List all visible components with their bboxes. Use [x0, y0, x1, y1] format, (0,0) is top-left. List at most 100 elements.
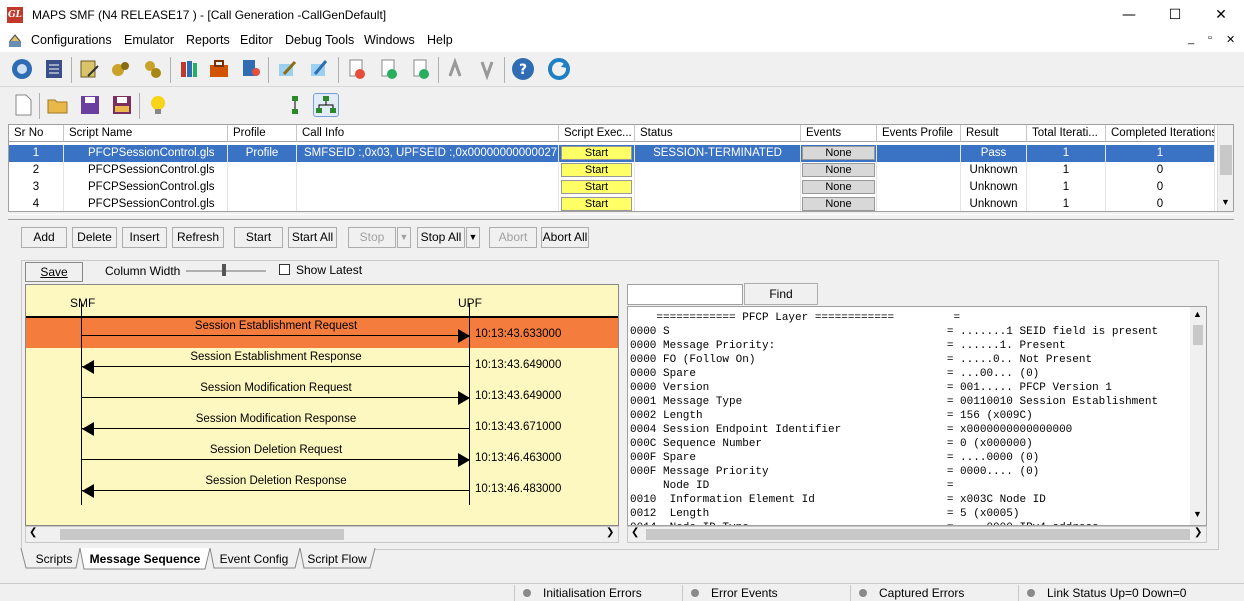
sequence-message[interactable]: Session Deletion Response 10:13:46.483000	[26, 473, 618, 503]
minimize-button[interactable]: —	[1106, 0, 1152, 30]
stop-all-dropdown-icon[interactable]: ▼	[466, 227, 480, 248]
scrollbar-thumb[interactable]	[60, 529, 344, 540]
script-start-button[interactable]: Start	[561, 163, 632, 177]
gears-settings-icon[interactable]	[140, 56, 166, 82]
decode-line[interactable]: 0010 Information Element Id = x003C Node…	[630, 493, 1046, 507]
column-width-slider[interactable]	[186, 264, 266, 276]
chevron-down-icon[interactable]: ▼	[1221, 197, 1230, 207]
sequence-message[interactable]: Session Deletion Request 10:13:46.463000	[26, 442, 618, 472]
events-button[interactable]: None	[802, 197, 875, 211]
help-icon[interactable]: ?	[510, 56, 536, 82]
gears-icon[interactable]	[108, 56, 134, 82]
chevron-right-icon[interactable]: ❯	[1194, 527, 1202, 538]
scrollbar-thumb[interactable]	[1193, 325, 1203, 345]
decode-line[interactable]: 0000 Version = 001..... PFCP Version 1	[630, 381, 1112, 395]
decode-line[interactable]: 0001 Message Type = 00110010 Session Est…	[630, 395, 1158, 409]
find-input[interactable]	[627, 284, 743, 305]
menu-windows[interactable]: Windows	[364, 33, 415, 47]
decode-line[interactable]: 0000 FO (Follow On) = .....0.. Not Prese…	[630, 353, 1092, 367]
col-header-total-iterations[interactable]: Total Iterati...	[1027, 125, 1106, 142]
vertical-layout-icon[interactable]	[284, 94, 306, 116]
run-script-icon[interactable]	[306, 56, 332, 82]
tab-event-config[interactable]: Event Config	[214, 549, 294, 569]
decode-vertical-scrollbar[interactable]: ▲ ▼	[1190, 307, 1206, 525]
show-latest-checkbox[interactable]	[279, 264, 290, 275]
stop-dropdown-icon[interactable]: ▼	[397, 227, 411, 248]
decode-line[interactable]: Node ID =	[630, 479, 953, 493]
start-all-button[interactable]: Start All	[288, 227, 337, 248]
decode-line[interactable]: ============ PFCP Layer ============ =	[630, 311, 960, 325]
save-as-icon[interactable]	[109, 92, 135, 118]
profile-editor-icon[interactable]	[76, 56, 102, 82]
col-header-call-info[interactable]: Call Info	[297, 125, 559, 142]
edit-script-icon[interactable]	[274, 56, 300, 82]
col-header-script-exec[interactable]: Script Exec...	[559, 125, 635, 142]
refresh-icon[interactable]	[546, 56, 572, 82]
decode-line[interactable]: 0000 Message Priority: = ......1. Presen…	[630, 339, 1066, 353]
table-row[interactable]: 4 PFCPSessionControl.gls Start None Unkn…	[9, 196, 1215, 211]
briefcase-icon[interactable]	[206, 56, 232, 82]
script-start-button[interactable]: Start	[561, 180, 632, 194]
call-file-icon[interactable]	[376, 56, 402, 82]
script-list-icon[interactable]	[41, 56, 67, 82]
open-folder-icon[interactable]	[45, 92, 71, 118]
link-down-icon[interactable]	[474, 56, 500, 82]
tree-layout-icon[interactable]	[313, 93, 339, 117]
menu-configurations[interactable]: Configurations	[31, 33, 112, 47]
menu-help[interactable]: Help	[427, 33, 453, 47]
refresh-button[interactable]: Refresh	[172, 227, 224, 248]
events-button[interactable]: None	[802, 146, 875, 160]
chevron-up-icon[interactable]: ▲	[1193, 309, 1202, 319]
script-start-button[interactable]: Start	[561, 146, 632, 160]
table-row[interactable]: 1 PFCPSessionControl.gls Profile SMFSEID…	[9, 145, 1215, 162]
table-row[interactable]: 2 PFCPSessionControl.gls Start None Unkn…	[9, 162, 1215, 179]
decode-line[interactable]: 0012 Length = 5 (x0005)	[630, 507, 1019, 521]
grid-vertical-scrollbar[interactable]: ▼	[1217, 125, 1233, 211]
menu-emulator[interactable]: Emulator	[124, 33, 174, 47]
start-button[interactable]: Start	[234, 227, 283, 248]
lightbulb-icon[interactable]	[145, 92, 171, 118]
books-icon[interactable]	[176, 56, 202, 82]
abort-all-button[interactable]: Abort All	[541, 227, 589, 248]
new-file-icon[interactable]	[10, 92, 36, 118]
decode-horizontal-scrollbar[interactable]: ❮ ❯	[627, 526, 1207, 543]
col-header-status[interactable]: Status	[635, 125, 801, 142]
chevron-right-icon[interactable]: ❯	[606, 527, 614, 538]
col-header-sr-no[interactable]: Sr No	[9, 125, 64, 142]
scrollbar-thumb[interactable]	[1220, 145, 1232, 175]
col-header-script-name[interactable]: Script Name	[64, 125, 228, 142]
close-button[interactable]: ✕	[1198, 0, 1244, 30]
chevron-down-icon[interactable]: ▼	[1193, 509, 1202, 519]
add-button[interactable]: Add	[21, 227, 67, 248]
pane-splitter[interactable]	[8, 214, 1234, 220]
col-header-events[interactable]: Events	[801, 125, 877, 142]
tab-scripts[interactable]: Scripts	[32, 549, 76, 569]
find-button[interactable]: Find	[744, 283, 818, 305]
col-header-result[interactable]: Result	[961, 125, 1027, 142]
sequence-message[interactable]: Session Modification Request 10:13:43.649…	[26, 380, 618, 410]
decode-line[interactable]: 0004 Session Endpoint Identifier = x0000…	[630, 423, 1072, 437]
tab-message-sequence[interactable]: Message Sequence	[84, 549, 206, 569]
events-button[interactable]: None	[802, 180, 875, 194]
save-button[interactable]: Save	[25, 262, 83, 282]
stop-all-button[interactable]: Stop All	[417, 227, 465, 248]
col-header-profile[interactable]: Profile	[228, 125, 297, 142]
stop-button[interactable]: Stop	[348, 227, 396, 248]
insert-button[interactable]: Insert	[122, 227, 167, 248]
decode-pane[interactable]: ============ PFCP Layer ============ = 00…	[627, 306, 1207, 526]
slider-handle[interactable]	[222, 264, 226, 276]
mdi-close-button[interactable]: ✕	[1226, 33, 1235, 46]
save-icon[interactable]	[77, 92, 103, 118]
mdi-minimize-button[interactable]: _	[1188, 33, 1194, 45]
menu-editor[interactable]: Editor	[240, 33, 273, 47]
col-header-completed-iterations[interactable]: Completed Iterations	[1106, 125, 1215, 142]
col-header-events-profile[interactable]: Events Profile	[877, 125, 961, 142]
sequence-message[interactable]: Session Establishment Request 10:13:43.63…	[26, 318, 618, 348]
user-device-icon[interactable]	[238, 56, 264, 82]
maximize-button[interactable]: ☐	[1152, 0, 1198, 30]
chevron-left-icon[interactable]: ❮	[631, 527, 639, 538]
sequence-message[interactable]: Session Establishment Response 10:13:43.6…	[26, 349, 618, 379]
chevron-left-icon[interactable]: ❮	[29, 527, 37, 538]
tab-script-flow[interactable]: Script Flow	[302, 549, 372, 569]
abort-button[interactable]: Abort	[489, 227, 537, 248]
